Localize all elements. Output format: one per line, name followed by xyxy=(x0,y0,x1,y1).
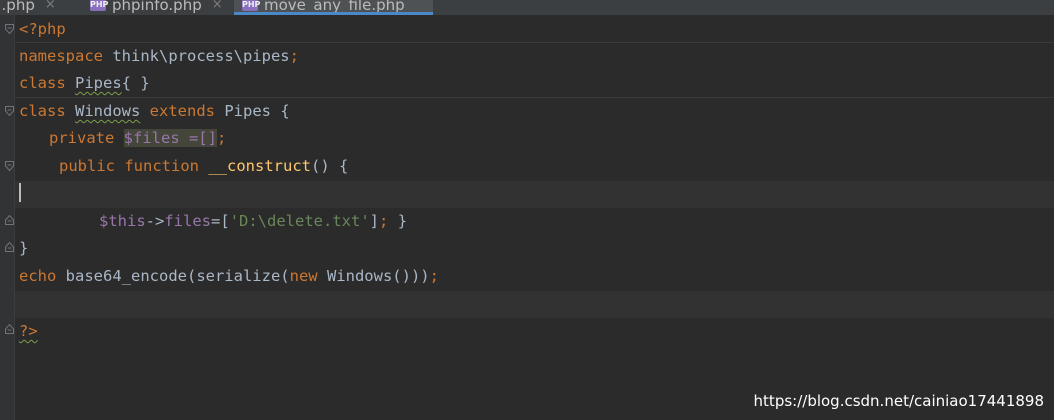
tab-label: phpinfo.php xyxy=(112,0,202,14)
php-file-icon: PHP xyxy=(90,0,109,11)
php-open-tag: <?php xyxy=(19,20,66,38)
property-declaration: $files =[] xyxy=(123,129,217,147)
this-variable: $this xyxy=(99,212,146,230)
php-file-icon: PHP xyxy=(242,0,261,11)
keyword: function xyxy=(124,157,209,175)
namespace-name: think\process\pipes xyxy=(103,47,290,65)
code-line-3: class Pipes{ } xyxy=(19,70,150,97)
code-line-10: echo base64_encode(serialize(new Windows… xyxy=(19,263,439,290)
arrow-operator: -> xyxy=(145,212,165,230)
empty-line-highlight xyxy=(15,291,1054,318)
string-literal: 'D:\delete.txt' xyxy=(229,212,370,230)
gutter-divider xyxy=(14,15,15,420)
text-caret xyxy=(19,183,21,202)
keyword: public xyxy=(59,157,125,175)
code-line-4: class Windows extends Pipes { xyxy=(19,98,290,125)
tab-move-any-file[interactable]: PHP move_any_file.php xyxy=(234,0,433,15)
tab-previous-file[interactable]: ...php × xyxy=(0,0,56,15)
code-line-1: <?php xyxy=(19,16,66,43)
watermark-url: https://blog.csdn.net/cainiao17441898 xyxy=(753,392,1044,410)
keyword: namespace xyxy=(19,47,103,65)
code-line-2: namespace think\process\pipes; xyxy=(19,43,299,70)
fold-end-icon[interactable] xyxy=(5,215,14,225)
keyword: extends xyxy=(140,102,225,120)
property-name: files xyxy=(164,212,212,230)
keyword: private xyxy=(49,129,124,147)
keyword: class xyxy=(19,102,75,120)
semicolon: ; xyxy=(379,212,398,230)
semicolon: ; xyxy=(289,47,299,65)
semicolon: ; xyxy=(429,267,439,285)
code-text: base64_encode(serialize( xyxy=(65,267,290,285)
fold-icon[interactable] xyxy=(5,106,14,116)
class-name: Windows xyxy=(75,102,141,120)
fold-end-icon[interactable] xyxy=(5,324,14,334)
fold-icon[interactable] xyxy=(5,161,14,171)
fold-end-icon[interactable] xyxy=(5,242,14,252)
semicolon: ; xyxy=(216,129,227,147)
tab-phpinfo[interactable]: PHP phpinfo.php × xyxy=(90,0,223,15)
code-text: } xyxy=(397,212,408,230)
editor-tab-bar: ...php × PHP phpinfo.php × PHP move_any_… xyxy=(0,0,1054,15)
current-line-highlight xyxy=(15,181,1054,208)
close-icon[interactable]: × xyxy=(212,0,223,12)
class-name: Pipes xyxy=(75,74,122,92)
keyword: echo xyxy=(19,267,66,285)
keyword: new xyxy=(289,267,327,285)
fold-icon[interactable] xyxy=(5,24,14,34)
php-close-tag: ?> xyxy=(19,322,38,340)
code-text: ] xyxy=(369,212,380,230)
close-icon[interactable]: × xyxy=(45,0,56,12)
keyword: class xyxy=(19,74,75,92)
code-line-12: ?> xyxy=(19,318,38,345)
closing-brace: } xyxy=(19,239,29,257)
code-line-6: public function __construct() { xyxy=(59,153,348,180)
code-line-8: $this->files=['D:\delete.txt']; } xyxy=(99,208,407,235)
tab-label: ...php xyxy=(0,0,35,14)
code-text: { } xyxy=(121,74,150,92)
code-text: Pipes { xyxy=(224,102,290,120)
active-tab-indicator xyxy=(234,12,433,15)
code-text: () { xyxy=(310,157,349,175)
code-line-5: private $files =[]; xyxy=(49,125,226,152)
code-line-9: } xyxy=(19,235,28,262)
code-text: Windows())) xyxy=(326,267,430,285)
code-text: =[ xyxy=(211,212,230,230)
function-name: __construct xyxy=(208,157,311,175)
